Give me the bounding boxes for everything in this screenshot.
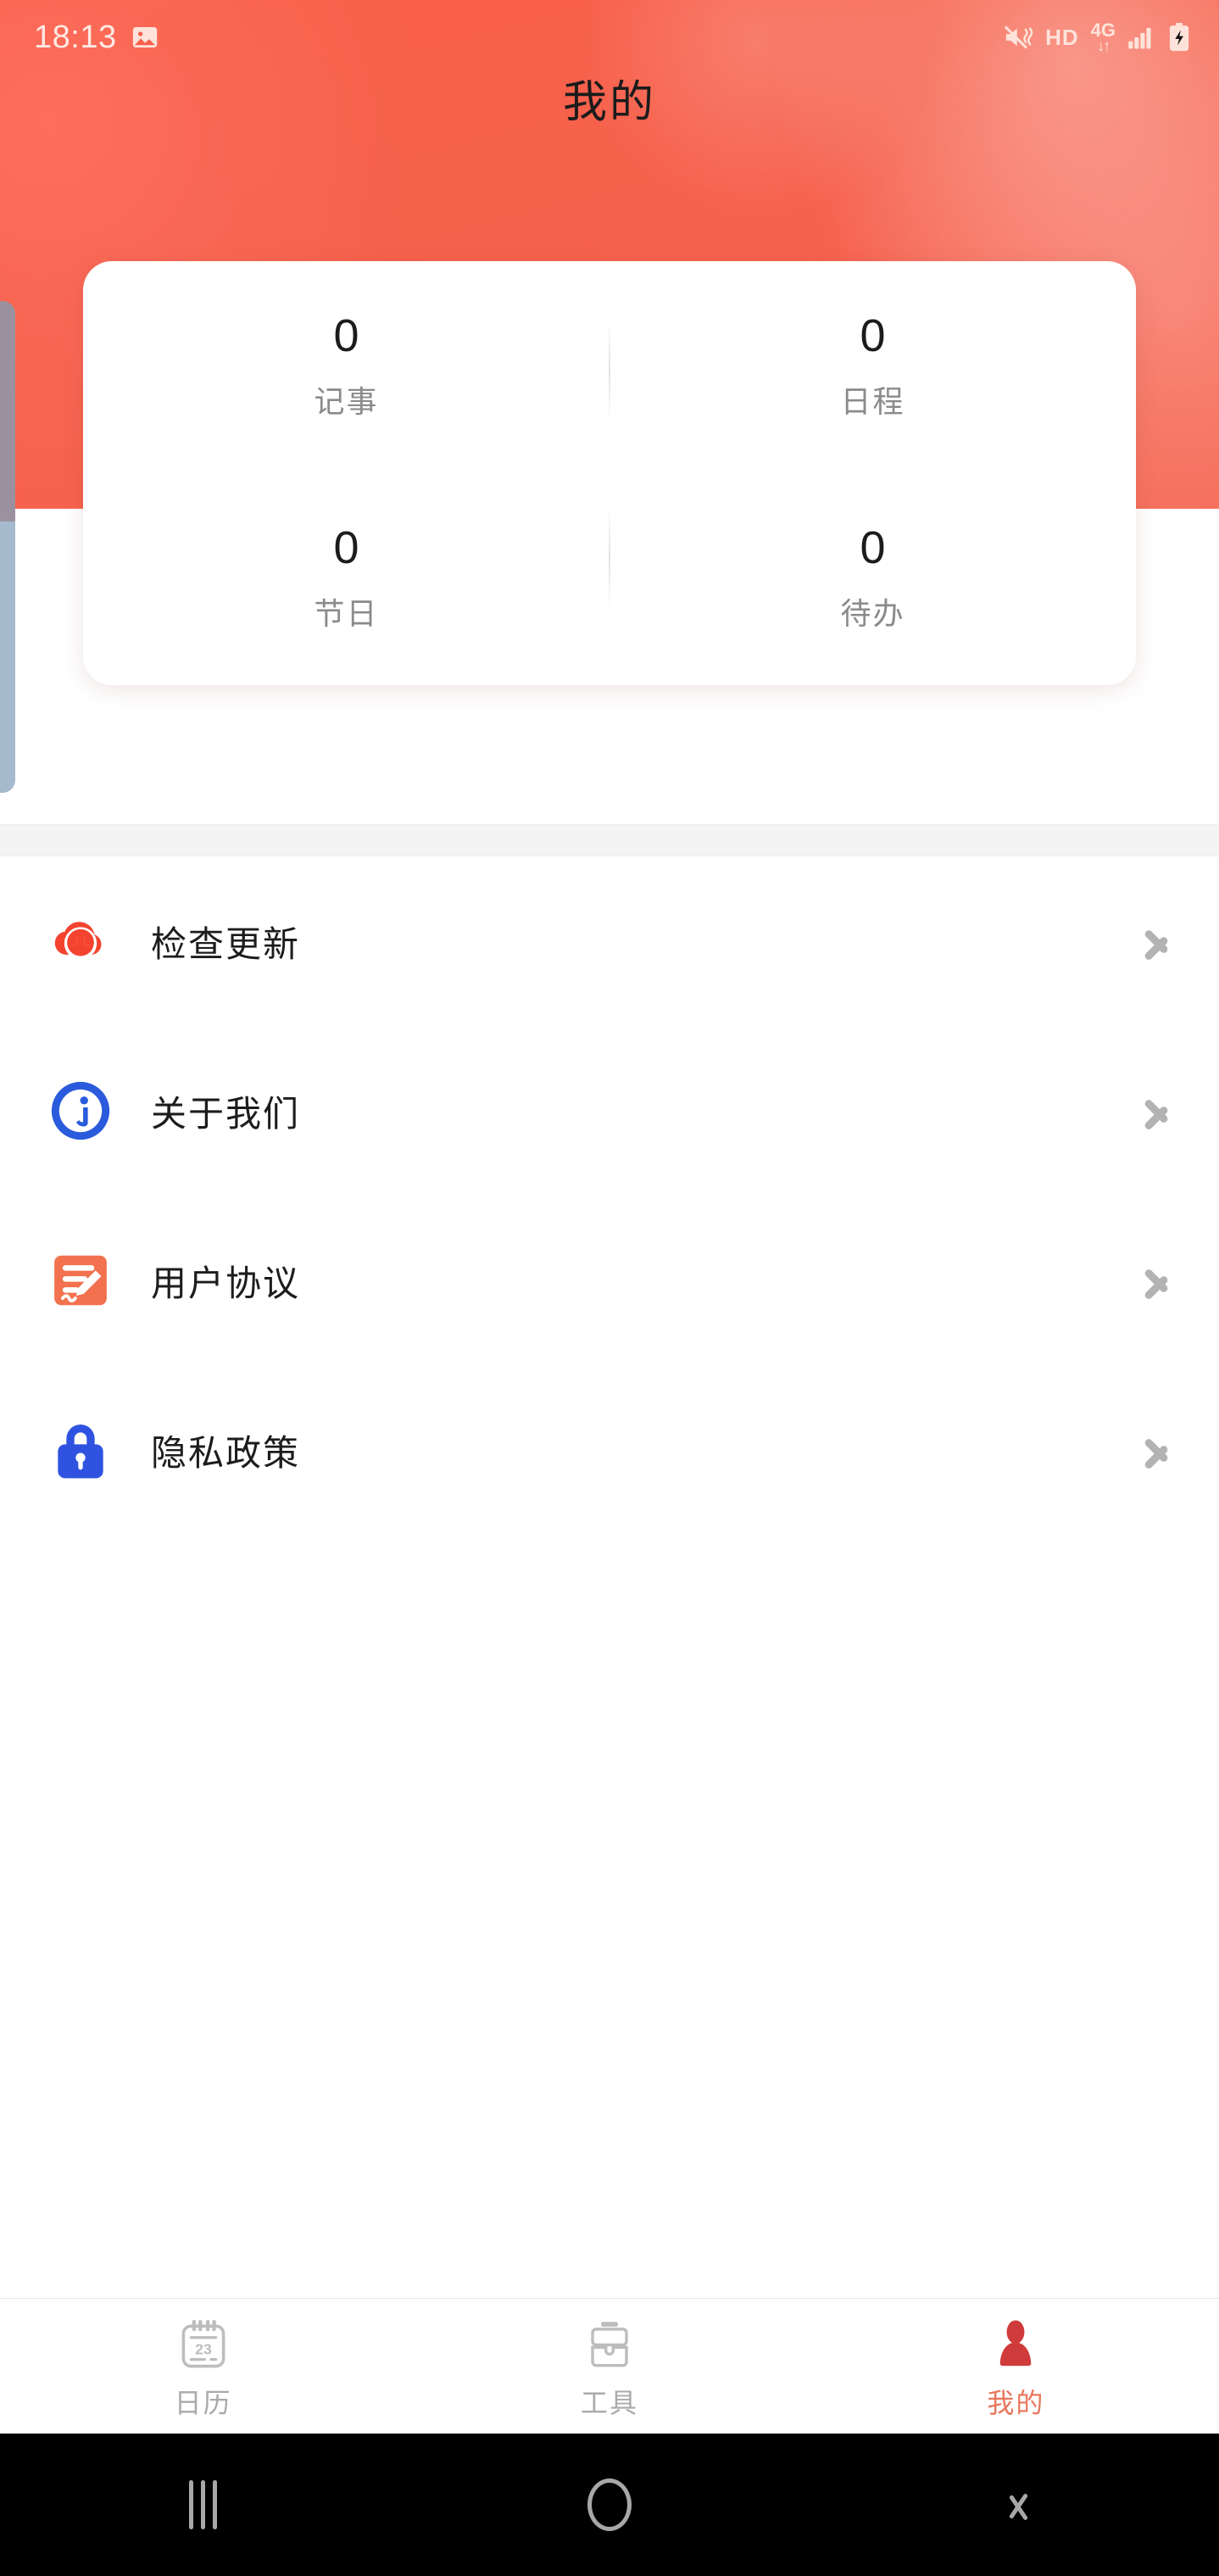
stat-item-todo[interactable]: 0 待办 <box>610 473 1136 685</box>
stat-value: 0 <box>860 522 886 573</box>
chevron-right-icon <box>1141 1425 1175 1475</box>
stats-divider-bottom <box>609 507 610 609</box>
tab-label: 日历 <box>174 2386 232 2419</box>
stats-grid: 0 记事 0 日程 0 节日 0 待办 <box>83 261 1136 685</box>
menu-item-check-update[interactable]: 检查更新 <box>0 856 1219 1026</box>
back-button[interactable] <box>813 2434 1219 2576</box>
app-screen: 18:13 HD 4G ↓↑ 我的 0 记事 0 日程 0 节日 0 待办 检查… <box>0 0 1219 2576</box>
status-bar-right: HD 4G ↓↑ <box>1003 21 1190 53</box>
chevron-right-icon <box>1141 1255 1175 1306</box>
status-bar-left: 18:13 <box>34 20 159 56</box>
stat-label: 记事 <box>314 385 379 420</box>
toolbox-icon <box>583 2317 636 2370</box>
home-icon <box>587 2478 632 2531</box>
bottom-tab-bar: 23 日历 工具 我的 <box>0 2298 1219 2434</box>
lock-icon <box>46 1415 115 1485</box>
vibrate-mute-icon <box>1005 25 1033 49</box>
menu-item-label: 检查更新 <box>151 923 301 965</box>
stat-item-notes[interactable]: 0 记事 <box>83 261 610 473</box>
tab-mine[interactable]: 我的 <box>813 2299 1219 2434</box>
menu-item-about-us[interactable]: 关于我们 <box>0 1026 1219 1196</box>
section-separator <box>0 824 1219 856</box>
menu-item-label: 隐私政策 <box>151 1431 301 1474</box>
stat-label: 日程 <box>840 385 905 420</box>
menu-item-label: 关于我们 <box>151 1092 301 1135</box>
stats-divider-top <box>609 321 610 422</box>
signal-bars-icon <box>1128 27 1151 49</box>
chevron-right-icon <box>1141 1085 1175 1136</box>
android-navigation-bar <box>0 2434 1219 2576</box>
tab-label: 我的 <box>987 2386 1045 2419</box>
person-icon <box>989 2317 1042 2370</box>
status-bar-clock: 18:13 <box>34 19 117 55</box>
stat-value: 0 <box>860 310 886 361</box>
cloud-download-icon <box>46 906 115 976</box>
page-title: 我的 <box>562 77 656 128</box>
network-type-indicator: 4G ↓↑ <box>1091 21 1116 54</box>
settings-menu-list: 检查更新 关于我们 用户协议 隐私政策 <box>0 856 1219 1535</box>
chevron-right-icon <box>1141 916 1175 967</box>
info-circle-icon <box>46 1076 115 1146</box>
calendar-icon: 23 <box>177 2317 230 2370</box>
tab-tools[interactable]: 工具 <box>406 2299 812 2434</box>
menu-item-label: 用户协议 <box>151 1262 301 1304</box>
stat-item-schedule[interactable]: 0 日程 <box>610 261 1136 473</box>
stat-value: 0 <box>333 522 359 573</box>
tab-label: 工具 <box>580 2386 638 2419</box>
stat-item-holiday[interactable]: 0 节日 <box>83 473 610 685</box>
tab-calendar[interactable]: 23 日历 <box>0 2299 406 2434</box>
svg-text:23: 23 <box>195 2340 212 2357</box>
stat-value: 0 <box>333 310 359 361</box>
home-button[interactable] <box>406 2434 812 2576</box>
battery-charging-icon <box>1169 23 1189 52</box>
recents-button[interactable] <box>0 2434 406 2576</box>
recents-icon <box>189 2480 218 2529</box>
edge-drawer-handle-top[interactable] <box>0 301 15 521</box>
menu-item-user-agreement[interactable]: 用户协议 <box>0 1196 1219 1365</box>
menu-item-privacy-policy[interactable]: 隐私政策 <box>0 1365 1219 1535</box>
image-icon <box>132 26 157 48</box>
stat-label: 节日 <box>314 597 379 632</box>
stat-label: 待办 <box>840 597 905 632</box>
document-pen-icon <box>46 1246 115 1315</box>
hd-indicator: HD <box>1045 24 1079 50</box>
back-icon <box>1001 2481 1030 2529</box>
stats-card: 0 记事 0 日程 0 节日 0 待办 <box>83 261 1136 685</box>
data-transfer-arrows: ↓↑ <box>1097 37 1110 54</box>
status-bar: 18:13 HD 4G ↓↑ <box>0 0 1219 75</box>
